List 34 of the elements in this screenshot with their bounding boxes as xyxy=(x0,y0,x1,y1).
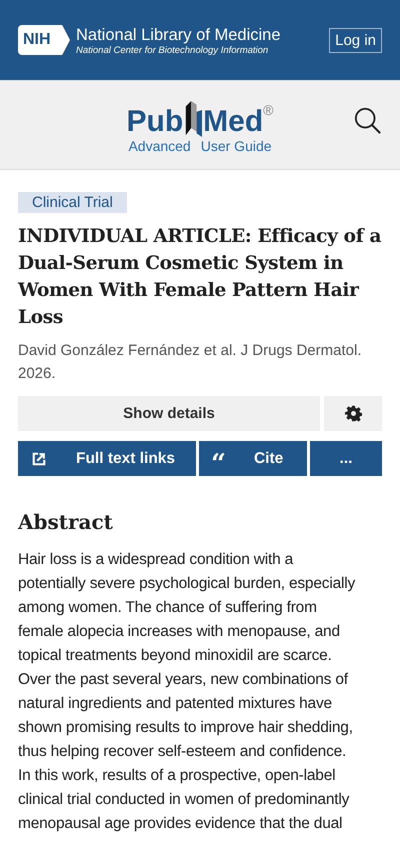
logo-text[interactable]: Pub xyxy=(126,106,184,138)
abstract-text-line: potentially severe psychological burden, especially xyxy=(18,574,356,594)
abstract-text-line: clinical trial conducted in women of predominantly xyxy=(18,790,350,810)
login-button[interactable]: Log in xyxy=(329,28,382,52)
book-icon xyxy=(184,100,202,138)
external-link-icon xyxy=(32,452,46,466)
settings-button[interactable] xyxy=(324,396,382,431)
abstract-text-line: In this work, results of a prospective, open-label xyxy=(18,766,336,786)
abstract-text-line: among women. The chance of suffering from xyxy=(18,598,318,618)
logo-text[interactable]: Med xyxy=(203,106,264,138)
abstract-text-line: topical treatments beyond minoxidil are scarce. xyxy=(18,646,333,666)
abstract-text-line: menopausal age provides evidence that the dual xyxy=(18,814,344,834)
abstract-text-line: thus helping recover self-esteem and confidence. xyxy=(18,742,348,762)
full-text-links-button[interactable]: Full text links xyxy=(18,441,196,476)
search-icon[interactable] xyxy=(354,107,382,135)
abstract-text-line: Hair loss is a widespread condition with a xyxy=(18,550,294,570)
cite-button[interactable]: “ Cite xyxy=(199,441,307,476)
nih-logo[interactable]: NIH xyxy=(18,25,70,55)
abstract-text-line: female alopecia increases with menopause, and xyxy=(18,622,341,642)
section-heading: Abstract xyxy=(18,510,114,534)
gear-icon xyxy=(344,405,362,422)
abstract-text-line: Over the past several years, new combinations of xyxy=(18,670,350,690)
registered-mark: ® xyxy=(263,101,274,120)
publication-type-tag[interactable]: Clinical Trial xyxy=(18,192,127,213)
abstract-text-line: shown promising results to improve hair shedding, xyxy=(18,718,354,738)
article-title: INDIVIDUAL ARTICLE: Efficacy of a Dual-Serum Cosmetic System in Women With Female Pattern Hair Loss xyxy=(18,225,382,330)
site-title: National Library of Medicine xyxy=(76,24,281,44)
site-subtitle: National Center for Biotechnology Information xyxy=(76,44,270,56)
article-citation: David González Fernández et al. J Drugs Dermatol. 2026. xyxy=(18,341,362,384)
abstract-text-line: natural ingredients and patented mixtures have xyxy=(18,694,333,714)
show-details-button[interactable]: Show details xyxy=(18,396,320,431)
nav-link[interactable]: Advanced xyxy=(128,138,191,154)
more-button[interactable]: ... xyxy=(310,441,382,476)
nav-link[interactable]: User Guide xyxy=(200,138,272,154)
